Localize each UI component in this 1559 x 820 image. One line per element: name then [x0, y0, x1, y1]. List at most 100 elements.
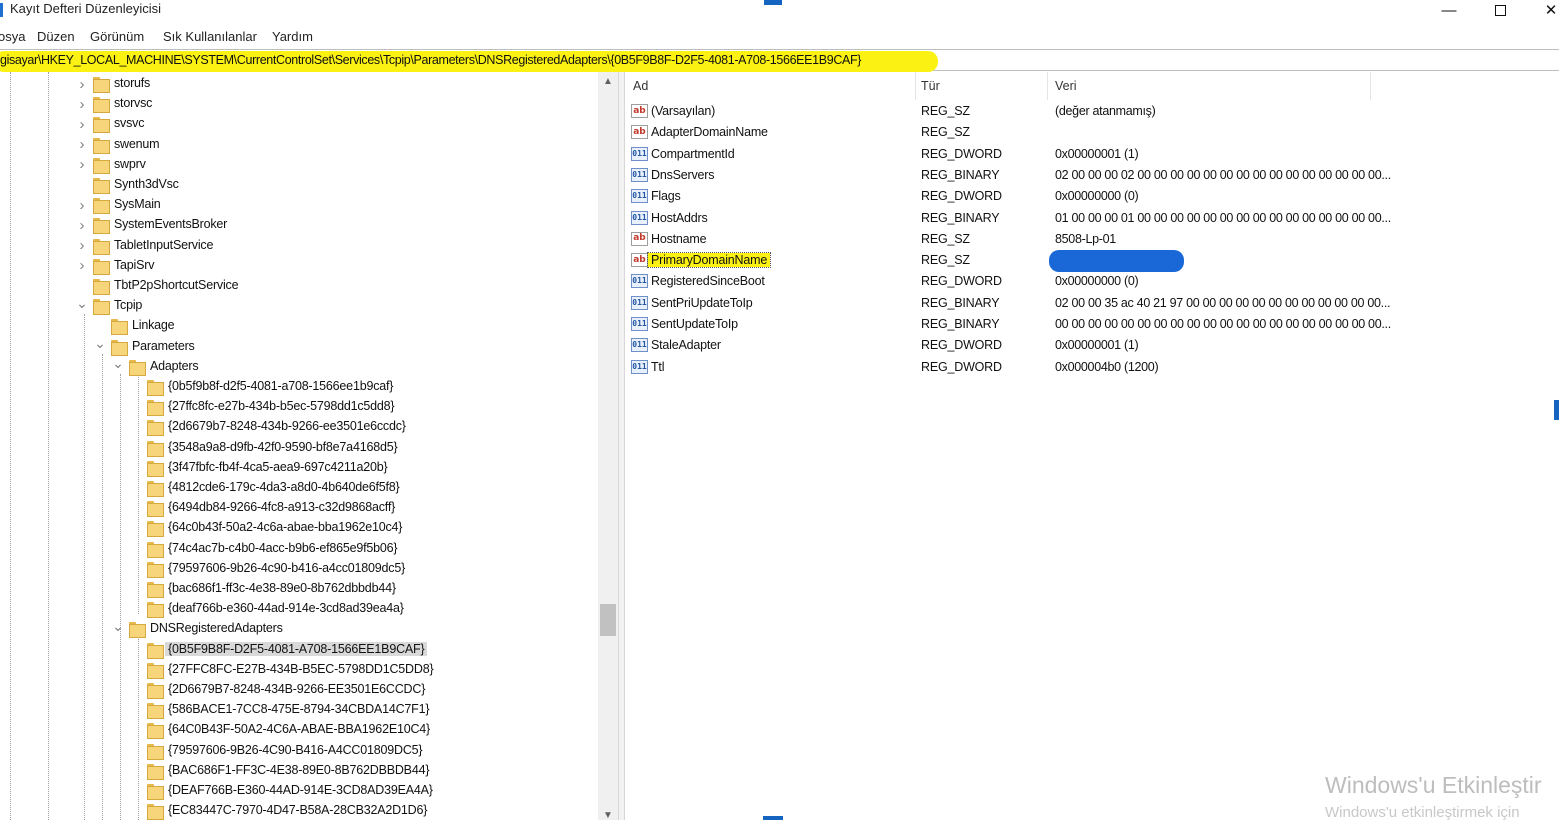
minimize-button[interactable]: — [1424, 0, 1474, 20]
folder-icon [93, 279, 110, 295]
chevron-right-icon[interactable]: › [77, 236, 87, 256]
address-path[interactable]: gisayar\HKEY_LOCAL_MACHINE\SYSTEM\Curren… [0, 53, 861, 67]
tree-item[interactable]: › SysMain [0, 195, 598, 215]
chevron-down-icon[interactable]: ⌄ [112, 354, 124, 374]
value-row[interactable]: 011 RegisteredSinceBoot REG_DWORD 0x0000000… [625, 271, 1559, 292]
tree-item[interactable]: {0B5F9B8F-D2F5-4081-A708-1566EE1B9CAF} [0, 640, 598, 660]
binary-value-icon: 011 [631, 189, 648, 204]
tree-item[interactable]: {BAC686F1-FF3C-4E38-89E0-8B762DBBDB44} [0, 761, 598, 781]
scroll-thumb[interactable] [600, 604, 616, 636]
tree-item[interactable]: {3548a9a8-d9fb-42f0-9590-bf8e7a4168d5} [0, 438, 598, 458]
tree-item[interactable]: {2d6679b7-8248-434b-9266-ee3501e6ccdc} [0, 417, 598, 437]
tree-item[interactable]: {79597606-9B26-4C90-B416-A4CC01809DC5} [0, 741, 598, 761]
value-row[interactable]: 011 Flags REG_DWORD 0x00000000 (0) [625, 186, 1559, 207]
column-header-type[interactable]: Tür [916, 72, 1048, 100]
value-row[interactable]: ab PrimaryDomainName REG_SZ [625, 250, 1559, 273]
registry-key-tree[interactable]: › storufs › storvsc › svsvc › swenum › swprv Synth… [0, 72, 618, 820]
tree-item[interactable]: {deaf766b-e360-44ad-914e-3cd8ad39ea4a} [0, 599, 598, 619]
tree-item[interactable]: {bac686f1-ff3c-4e38-89e0-8b762dbbdb44} [0, 579, 598, 599]
tree-item[interactable]: {3f47fbfc-fb4f-4ca5-aea9-697c4211a20b} [0, 458, 598, 478]
chevron-right-icon[interactable]: › [77, 215, 87, 235]
tree-item[interactable]: ⌄ Adapters [0, 354, 598, 377]
value-row[interactable]: 011 Ttl REG_DWORD 0x000004b0 (1200) [625, 357, 1559, 378]
tree-item[interactable]: ⌄ Tcpip [0, 293, 598, 316]
binary-value-icon: 011 [631, 295, 648, 310]
close-button[interactable]: ✕ [1526, 0, 1559, 20]
tree-item[interactable]: › SystemEventsBroker [0, 215, 598, 235]
tree-item[interactable]: Synth3dVsc [0, 175, 598, 195]
chevron-right-icon[interactable]: › [77, 155, 87, 175]
tree-item[interactable]: {74c4ac7b-c4b0-4acc-b9b6-ef865e9f5b06} [0, 539, 598, 559]
folder-icon [93, 238, 110, 255]
tree-item[interactable]: TbtP2pShortcutService [0, 276, 598, 296]
scroll-down-arrow-icon[interactable]: ▼ [598, 810, 618, 820]
value-row[interactable]: 011 DnsServers REG_BINARY 02 00 00 00 02 00… [625, 165, 1559, 186]
tree-item[interactable]: {4812cde6-179c-4da3-a8d0-4b640de6f5f8} [0, 478, 598, 498]
tree-item[interactable]: ⌄ Parameters [0, 334, 598, 357]
tree-item[interactable]: › svsvc [0, 114, 598, 134]
value-row[interactable]: ab AdapterDomainName REG_SZ [625, 122, 1559, 143]
chevron-right-icon[interactable]: › [77, 256, 87, 276]
tree-item-label: storvsc [114, 96, 153, 111]
value-row[interactable]: 011 SentUpdateToIp REG_BINARY 00 00 00 00 0… [625, 314, 1559, 335]
chevron-right-icon[interactable]: › [77, 195, 87, 215]
menu-favorites[interactable]: Sık Kullanılanlar [163, 29, 257, 44]
tree-item[interactable]: Linkage [0, 316, 598, 336]
chevron-right-icon[interactable]: › [77, 135, 87, 155]
tree-item[interactable]: › storufs [0, 74, 598, 94]
value-type: REG_DWORD [921, 359, 1002, 374]
folder-icon [93, 97, 110, 114]
tree-item[interactable]: {2D6679B7-8248-434B-9266-EE3501E6CCDC} [0, 680, 598, 700]
tree-item[interactable]: ⌄ DNSRegisteredAdapters [0, 616, 598, 639]
chevron-down-icon[interactable]: ⌄ [112, 616, 124, 636]
chevron-down-icon[interactable]: ⌄ [76, 293, 88, 313]
tree-item[interactable]: {27FFC8FC-E27B-434B-B5EC-5798DD1C5DD8} [0, 660, 598, 680]
value-row[interactable]: 011 StaleAdapter REG_DWORD 0x00000001 (1) [625, 335, 1559, 356]
pane-splitter[interactable] [618, 72, 625, 820]
value-type: REG_SZ [921, 231, 970, 246]
menu-help[interactable]: Yardım [272, 29, 313, 44]
value-type: REG_BINARY [921, 317, 1000, 331]
menu-view[interactable]: Görünüm [90, 29, 144, 44]
chevron-right-icon[interactable]: › [77, 74, 87, 94]
folder-icon [147, 763, 164, 780]
tree-item[interactable]: › swenum [0, 135, 598, 155]
tree-item[interactable]: {586BACE1-7CC8-475E-8794-34CBDA14C7F1} [0, 700, 598, 720]
menu-bar: osya Düzen Görünüm Sık Kullanılanlar Yar… [0, 27, 1559, 47]
chevron-right-icon[interactable]: › [77, 94, 87, 114]
maximize-button[interactable] [1475, 0, 1525, 20]
tree-item[interactable]: › TapiSrv [0, 256, 598, 276]
value-name: RegisteredSinceBoot [651, 274, 765, 289]
value-row[interactable]: ab Hostname REG_SZ 8508-Lp-01 [625, 229, 1559, 250]
value-row[interactable]: 011 CompartmentId REG_DWORD 0x00000001 (1) [625, 144, 1559, 165]
tree-item[interactable]: {79597606-9b26-4c90-b416-a4cc01809dc5} [0, 559, 598, 579]
value-row[interactable]: 011 SentPriUpdateToIp REG_BINARY 02 00 00 3… [625, 293, 1559, 314]
tree-item[interactable]: {EC83447C-7970-4D47-B58A-28CB32A2D1D6} [0, 801, 598, 820]
tree-item-label: SystemEventsBroker [114, 217, 228, 232]
tree-item[interactable]: › storvsc [0, 94, 598, 114]
column-header-data[interactable]: Veri [1048, 72, 1371, 100]
tree-item[interactable]: › swprv [0, 155, 598, 175]
chevron-right-icon[interactable]: › [77, 114, 87, 134]
tree-item-label: {27FFC8FC-E27B-434B-B5EC-5798DD1C5DD8} [168, 661, 434, 676]
value-name: PrimaryDomainName [646, 252, 772, 269]
registry-values-list[interactable]: Ad Tür Veri ab (Varsayılan) REG_SZ (değer a… [625, 72, 1559, 820]
tree-item[interactable]: {6494db84-9266-4fc8-a913-c32d9868acff} [0, 498, 598, 518]
address-bar[interactable]: gisayar\HKEY_LOCAL_MACHINE\SYSTEM\Curren… [0, 49, 1559, 72]
value-row[interactable]: 011 HostAddrs REG_BINARY 01 00 00 00 01 00 … [625, 208, 1559, 229]
menu-file[interactable]: osya [0, 29, 25, 44]
chevron-down-icon[interactable]: ⌄ [94, 334, 106, 354]
tree-item[interactable]: {DEAF766B-E360-44AD-914E-3CD8AD39EA4A} [0, 781, 598, 801]
tree-item-label: Tcpip [114, 298, 143, 313]
tree-item[interactable]: › TabletInputService [0, 236, 598, 256]
menu-edit[interactable]: Düzen [37, 29, 75, 44]
column-header-name[interactable]: Ad [625, 72, 916, 100]
value-row[interactable]: ab (Varsayılan) REG_SZ (değer atanmamış) [625, 101, 1559, 122]
scroll-up-arrow-icon[interactable]: ▲ [598, 76, 618, 90]
tree-scrollbar[interactable]: ▲ ▼ [598, 72, 618, 820]
tree-item[interactable]: {64C0B43F-50A2-4C6A-ABAE-BBA1962E10C4} [0, 720, 598, 740]
binary-value-icon: 011 [631, 274, 648, 289]
tree-item[interactable]: {27ffc8fc-e27b-434b-b5ec-5798dd1c5dd8} [0, 397, 598, 417]
tree-item[interactable]: {64c0b43f-50a2-4c6a-abae-bba1962e10c4} [0, 518, 598, 538]
tree-item[interactable]: {0b5f9b8f-d2f5-4081-a708-1566ee1b9caf} [0, 377, 598, 397]
